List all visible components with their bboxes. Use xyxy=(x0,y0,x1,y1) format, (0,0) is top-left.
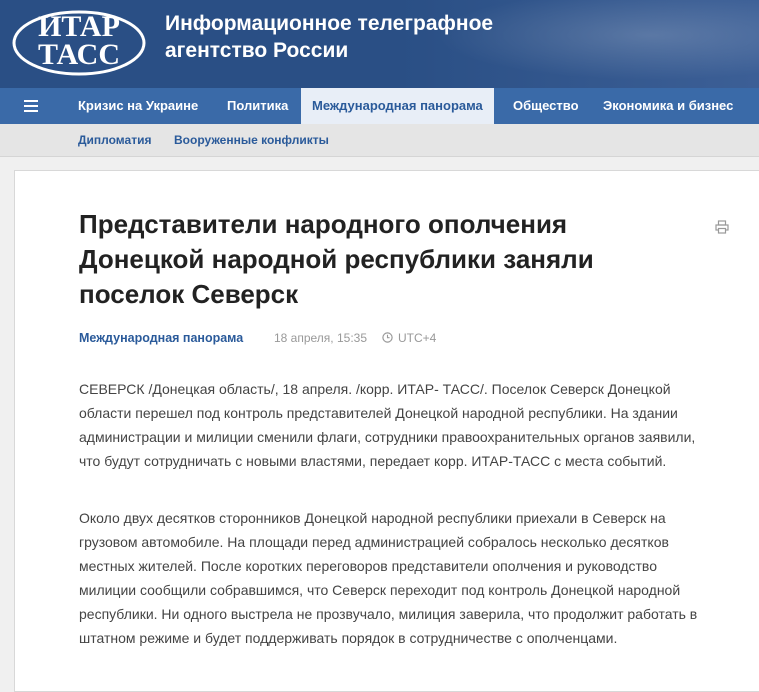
sub-navigation: Дипломатия Вооруженные конфликты xyxy=(0,124,759,157)
logo-line-2: ТАСС xyxy=(38,38,120,71)
nav-item-society[interactable]: Общество xyxy=(502,88,590,124)
clock-icon xyxy=(382,332,393,343)
menu-button[interactable] xyxy=(0,88,62,124)
article-title: Представители народного ополчения Донецк… xyxy=(79,209,594,309)
nav-item-politics[interactable]: Политика xyxy=(216,88,299,124)
article-paragraph-2: Около двух десятков сторонников Донецкой… xyxy=(79,510,698,646)
nav-item-economy-business[interactable]: Экономика и бизнес xyxy=(592,88,744,124)
hamburger-icon xyxy=(24,110,38,112)
itar-tass-logo[interactable]: ИТАР ТАСС xyxy=(12,6,147,76)
nav-item-ukraine-crisis[interactable]: Кризис на Украине xyxy=(67,88,209,124)
article-rubric-link[interactable]: Международная панорама xyxy=(79,331,243,345)
brand-title-line-2: агентство России xyxy=(165,39,349,62)
subnav-item-diplomacy[interactable]: Дипломатия xyxy=(78,124,151,156)
article-timezone: UTC+4 xyxy=(398,331,437,345)
article-paragraph-1: СЕВЕРСК /Донецкая область/, 18 апреля. /… xyxy=(79,381,696,469)
hamburger-icon xyxy=(24,105,38,107)
subnav-item-armed-conflicts[interactable]: Вооруженные конфликты xyxy=(174,124,329,156)
main-navigation: Кризис на Украине Политика Международная… xyxy=(0,88,759,124)
article-date: 18 апреля, 15:35 xyxy=(274,331,367,345)
printer-icon[interactable] xyxy=(715,220,729,234)
brand-title-line-1: Информационное телеграфное xyxy=(165,12,494,35)
article-card: Представители народного ополчения Донецк… xyxy=(14,170,759,692)
hamburger-icon xyxy=(24,100,38,102)
nav-item-international-panorama[interactable]: Международная панорама xyxy=(301,88,494,124)
brand-title[interactable]: Информационное телеграфное агентство Рос… xyxy=(165,10,565,64)
site-header: ИТАР ТАСС Информационное телеграфное аге… xyxy=(0,0,759,88)
